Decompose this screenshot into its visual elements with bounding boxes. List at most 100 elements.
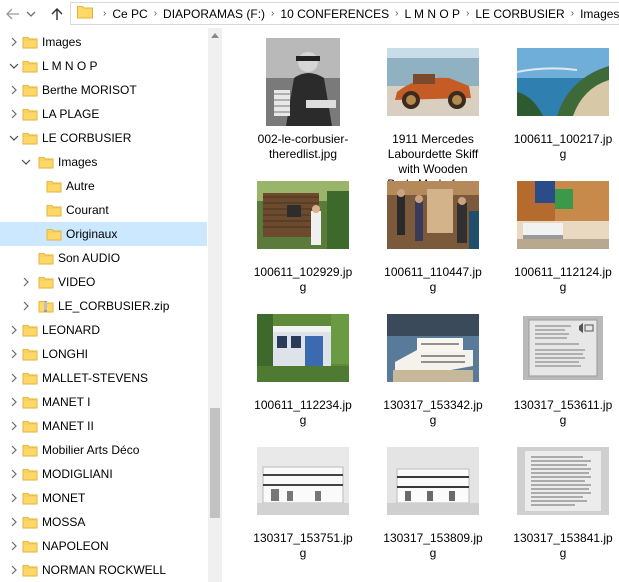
scroll-up-arrow-icon[interactable] (208, 28, 222, 42)
thumbnail-frame (374, 36, 492, 128)
chevron-right-icon[interactable] (8, 108, 20, 120)
chevron-right-icon[interactable] (8, 84, 20, 96)
tree-item-son-audio[interactable]: Son AUDIO (0, 246, 207, 270)
tree-item-images[interactable]: Images (0, 150, 207, 174)
tree-item-label: Son AUDIO (58, 251, 121, 265)
tree-item-longhi[interactable]: LONGHI (0, 342, 207, 366)
file-name-line: 130317_153611.jp (513, 398, 613, 412)
file-name-line: g (559, 280, 567, 294)
chevron-right-icon[interactable]: › (466, 8, 469, 19)
arrow-up-icon (51, 8, 63, 20)
file-item[interactable]: 130317_153611.jp g (504, 302, 619, 432)
tree-item-mobilier-arts-d-co[interactable]: Mobilier Arts Déco (0, 438, 207, 462)
up-button[interactable] (46, 3, 68, 25)
breadcrumb-item[interactable]: Ce PC (112, 7, 147, 21)
breadcrumb-item[interactable]: 10 CONFERENCES (280, 7, 389, 21)
address-bar-area: › Ce PC › DIAPORAMAS (F:) › 10 CONFERENCES › L … (0, 0, 619, 28)
chevron-right-icon[interactable] (8, 492, 20, 504)
tree-item-label: Autre (66, 179, 95, 193)
tree-item-autre[interactable]: Autre (0, 174, 207, 198)
tree-item-mossa[interactable]: MOSSA (0, 510, 207, 534)
chevron-right-icon[interactable]: › (271, 8, 274, 19)
scrollbar-thumb[interactable] (210, 408, 220, 518)
chevron-right-icon[interactable] (8, 348, 20, 360)
tree-item-leonard[interactable]: LEONARD (0, 318, 207, 342)
recent-locations-button[interactable] (20, 3, 42, 25)
chevron-right-icon[interactable] (20, 276, 32, 288)
tree-item-modigliani[interactable]: MODIGLIANI (0, 462, 207, 486)
image-thumbnail (517, 48, 609, 116)
tree-item-images[interactable]: Images (0, 30, 207, 54)
file-item[interactable]: 1911 Mercedes Labourdette Skiff with Woode… (374, 36, 492, 191)
tree-item-video[interactable]: VIDEO (0, 270, 207, 294)
breadcrumb-item[interactable]: L M N O P (404, 7, 460, 21)
chevron-right-icon[interactable]: › (395, 8, 398, 19)
file-name-line: g (429, 413, 437, 427)
file-name-line: 130317_153342.jp (383, 398, 483, 412)
tree-item-label: LE_CORBUSIER.zip (58, 299, 170, 313)
breadcrumb-item[interactable]: Images (580, 7, 619, 21)
file-name: 130317_153611.jp g (504, 398, 619, 428)
tree-item-la-plage[interactable]: LA PLAGE (0, 102, 207, 126)
image-thumbnail (266, 38, 340, 126)
folder-icon (22, 562, 38, 578)
file-item[interactable]: 100611_112234.jp g (244, 302, 362, 432)
chevron-right-icon[interactable] (8, 516, 20, 528)
tree-item-l-m-n-o-p[interactable]: L M N O P (0, 54, 207, 78)
breadcrumb: › Ce PC › DIAPORAMAS (F:) › 10 CONFERENCES › L … (97, 7, 619, 21)
chevron-right-icon[interactable] (8, 324, 20, 336)
file-item[interactable]: 130317_153841.jp g (504, 435, 619, 565)
folder-icon (22, 82, 38, 98)
tree-item-mallet-stevens[interactable]: MALLET-STEVENS (0, 366, 207, 390)
tree-item-label: LEONARD (42, 323, 101, 337)
tree-item-berthe-morisot[interactable]: Berthe MORISOT (0, 78, 207, 102)
file-name-line: g (299, 546, 307, 560)
chevron-right-icon[interactable] (8, 396, 20, 408)
tree-item-manet-ii[interactable]: MANET II (0, 414, 207, 438)
file-item[interactable]: 100611_102929.jp g (244, 169, 362, 299)
tree-item-le-corbusier[interactable]: LE CORBUSIER (0, 126, 207, 150)
chevron-right-icon[interactable]: › (571, 8, 574, 19)
chevron-down-icon[interactable] (8, 60, 20, 72)
tree-item-monet[interactable]: MONET (0, 486, 207, 510)
breadcrumb-item[interactable]: DIAPORAMAS (F:) (163, 7, 265, 21)
folder-icon (22, 130, 38, 146)
tree-item-norman-rockwell[interactable]: NORMAN ROCKWELL (0, 558, 207, 582)
folder-icon (46, 226, 62, 242)
chevron-right-icon[interactable] (8, 372, 20, 384)
chevron-right-icon[interactable] (8, 420, 20, 432)
tree-scrollbar[interactable] (208, 28, 222, 582)
folder-icon (22, 466, 38, 482)
chevron-right-icon[interactable] (8, 444, 20, 456)
breadcrumb-item[interactable]: LE CORBUSIER (475, 7, 564, 21)
chevron-right-icon[interactable] (8, 36, 20, 48)
image-thumbnail (387, 314, 479, 382)
file-item[interactable]: 130317_153751.jp g (244, 435, 362, 565)
chevron-right-icon[interactable] (20, 300, 32, 312)
file-name: 130317_153841.jp g (504, 531, 619, 561)
file-item[interactable]: 130317_153809.jp g (374, 435, 492, 565)
chevron-down-icon[interactable] (8, 132, 20, 144)
chevron-right-icon[interactable]: › (154, 8, 157, 19)
file-name-line: 130317_153751.jp (253, 531, 353, 545)
file-item[interactable]: 130317_153342.jp g (374, 302, 492, 432)
file-name-line: g (559, 413, 567, 427)
chevron-down-icon[interactable] (20, 156, 32, 168)
folder-icon (22, 490, 38, 506)
chevron-right-icon[interactable] (8, 564, 20, 576)
folder-icon (22, 34, 38, 50)
tree-item-manet-i[interactable]: MANET I (0, 390, 207, 414)
tree-item-le-corbusier-zip[interactable]: LE_CORBUSIER.zip (0, 294, 207, 318)
chevron-right-icon[interactable]: › (103, 8, 106, 19)
folder-icon (77, 5, 93, 22)
file-item[interactable]: 100611_112124.jp g (504, 169, 619, 299)
file-item[interactable]: 100611_100217.jp g (504, 36, 619, 166)
address-box[interactable]: › Ce PC › DIAPORAMAS (F:) › 10 CONFERENCES › L … (70, 2, 619, 25)
tree-item-napoleon[interactable]: NAPOLEON (0, 534, 207, 558)
chevron-right-icon[interactable] (8, 468, 20, 480)
file-item[interactable]: 100611_110447.jp g (374, 169, 492, 299)
chevron-right-icon[interactable] (8, 540, 20, 552)
file-item[interactable]: 002-le-corbusier-theredlist.jpg (244, 36, 362, 166)
tree-item-originaux[interactable]: Originaux (0, 222, 207, 246)
tree-item-courant[interactable]: Courant (0, 198, 207, 222)
